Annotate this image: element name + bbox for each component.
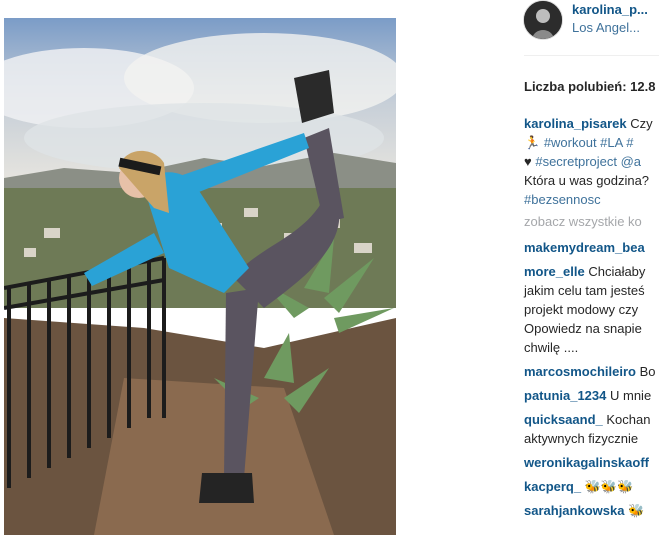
comment-username[interactable]: quicksaand_ — [524, 412, 603, 427]
comment-text: Bo — [639, 364, 656, 379]
post-location[interactable]: Los Angel... — [572, 20, 640, 35]
comments-list: makemydream_bea more_elle Chciałaby jaki… — [524, 238, 659, 525]
comment-text: Kochan — [606, 412, 651, 427]
caption-hashtag-bezsennosc[interactable]: #bezsennosc — [524, 190, 659, 209]
caption-question: Która u was godzina? — [524, 173, 650, 188]
comment-text: aktywnych fizycznie — [524, 431, 639, 446]
comment-emoji: 🐝🐝🐝 — [584, 479, 634, 494]
post-caption: karolina_pisarek Czy 🏃 #workout #LA # ♥ … — [524, 114, 659, 209]
comment-username[interactable]: sarahjankowska — [524, 503, 624, 518]
comment-username[interactable]: marcosmochileiro — [524, 364, 636, 379]
caption-text: Czy — [630, 116, 653, 131]
comment-username[interactable]: weronikagalinskaoff — [524, 453, 659, 472]
comment: quicksaand_ Kochan aktywnych fizycznie — [524, 410, 659, 448]
comment-text: chwilę .... — [524, 340, 579, 355]
avatar[interactable] — [523, 0, 563, 40]
comment: weronikagalinskaoff — [524, 453, 659, 472]
caption-username[interactable]: karolina_pisarek — [524, 116, 627, 131]
comment: marcosmochileiro Bo — [524, 362, 659, 381]
comment: sarahjankowska 🐝 — [524, 501, 659, 520]
comment-username[interactable]: makemydream_bea — [524, 238, 659, 257]
divider — [524, 55, 659, 56]
comment-text: U mnie — [610, 388, 652, 403]
heart-icon: ♥ — [524, 154, 532, 169]
comment-username[interactable]: kacperq_ — [524, 479, 581, 494]
comment-text: projekt modowy czy — [524, 302, 639, 317]
post-header: karolina_p... Los Angel... — [510, 0, 659, 44]
view-all-comments-link[interactable]: zobacz wszystkie ko — [524, 214, 642, 229]
caption-hashtags[interactable]: #workout #LA # — [544, 135, 634, 150]
post-photo[interactable] — [4, 18, 396, 535]
post-sidebar: karolina_p... Los Angel... Liczba polubi… — [510, 0, 659, 535]
comment-text: jakim celu tam jesteś — [524, 283, 645, 298]
likes-count[interactable]: Liczba polubień: 12.8 — [524, 79, 655, 94]
comment-text: Opowiedz na snapie — [524, 321, 642, 336]
post-photo-area — [0, 0, 404, 535]
caption-hashtag-secretproject[interactable]: #secretproject @a — [535, 154, 641, 169]
runner-emoji-icon: 🏃 — [524, 135, 541, 150]
post-username[interactable]: karolina_p... — [572, 2, 648, 17]
comment-username[interactable]: more_elle — [524, 264, 585, 279]
comment: more_elle Chciałaby jakim celu tam jeste… — [524, 262, 659, 357]
comment-text: Chciałaby — [588, 264, 646, 279]
comment: kacperq_ 🐝🐝🐝 — [524, 477, 659, 496]
comment-username[interactable]: patunia_1234 — [524, 388, 606, 403]
comment: makemydream_bea — [524, 238, 659, 257]
comment-emoji: 🐝 — [628, 503, 645, 518]
comment: patunia_1234 U mnie — [524, 386, 659, 405]
